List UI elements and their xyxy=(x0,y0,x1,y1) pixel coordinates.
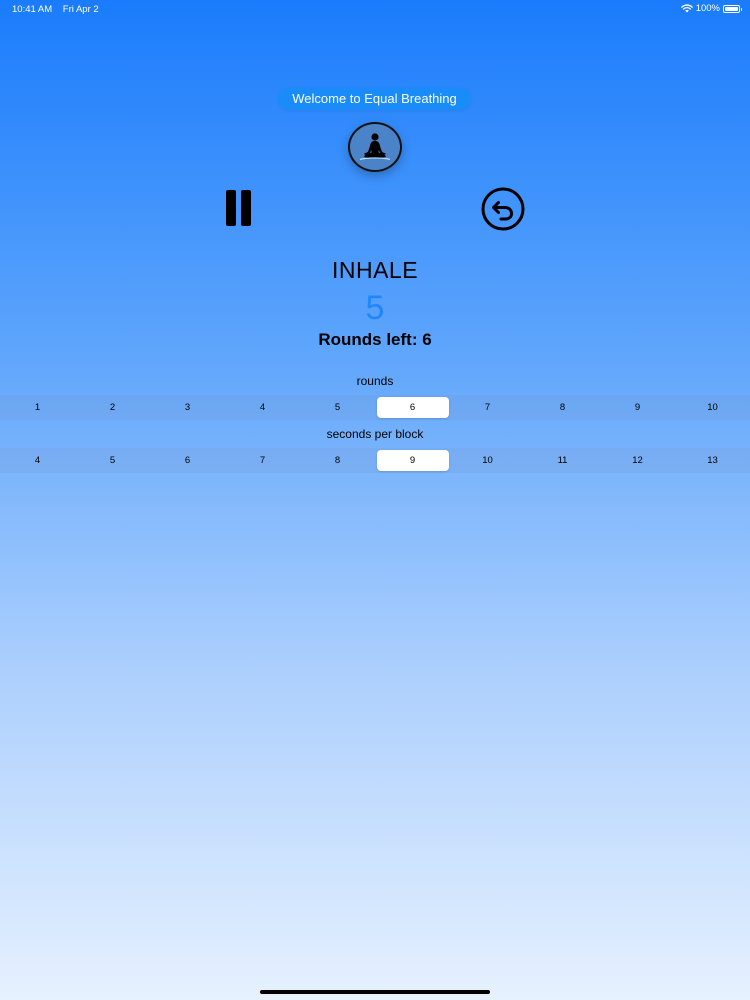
rounds-option-10[interactable]: 10 xyxy=(677,397,749,418)
rounds-option-7[interactable]: 7 xyxy=(452,397,524,418)
seconds-option-10[interactable]: 10 xyxy=(452,450,524,471)
reset-button[interactable] xyxy=(481,187,525,231)
pause-button[interactable] xyxy=(223,190,253,227)
seconds-picker: 4 5 6 7 8 9 10 11 12 13 xyxy=(0,448,750,473)
rounds-option-3[interactable]: 3 xyxy=(152,397,224,418)
seconds-option-4[interactable]: 4 xyxy=(2,450,74,471)
status-left: 10:41 AM Fri Apr 2 xyxy=(12,4,107,15)
seconds-option-6[interactable]: 6 xyxy=(152,450,224,471)
status-time: 10:41 AM xyxy=(12,4,53,15)
battery-percent: 100% xyxy=(695,3,720,14)
rounds-left: Rounds left: 6 xyxy=(318,330,432,349)
seconds-option-13[interactable]: 13 xyxy=(677,450,749,471)
seconds-option-7[interactable]: 7 xyxy=(227,450,299,471)
status-date: Fri Apr 2 xyxy=(62,4,99,15)
seconds-option-9[interactable]: 9 xyxy=(376,450,449,471)
status-bar: 10:41 AM Fri Apr 2 100% xyxy=(0,0,750,18)
pause-icon xyxy=(226,190,236,226)
rounds-option-6[interactable]: 6 xyxy=(376,397,449,418)
status-right: 100% xyxy=(680,3,742,14)
wifi-icon xyxy=(680,4,693,13)
seconds-option-8[interactable]: 8 xyxy=(302,450,374,471)
battery-icon xyxy=(723,4,742,13)
seconds-picker-title: seconds per block xyxy=(326,427,424,441)
rounds-picker: 1 2 3 4 5 6 7 8 9 10 xyxy=(0,395,750,420)
seconds-option-5[interactable]: 5 xyxy=(77,450,149,471)
rounds-option-8[interactable]: 8 xyxy=(527,397,599,418)
reset-arrow-icon xyxy=(481,187,525,231)
seconds-option-11[interactable]: 11 xyxy=(527,450,599,471)
seconds-option-12[interactable]: 12 xyxy=(602,450,674,471)
rounds-picker-title: rounds xyxy=(356,374,394,388)
rounds-option-4[interactable]: 4 xyxy=(227,397,299,418)
pause-icon-bar xyxy=(241,190,251,226)
rounds-option-1[interactable]: 1 xyxy=(2,397,74,418)
welcome-title: Welcome to Equal Breathing xyxy=(278,88,471,110)
meditation-icon xyxy=(348,122,402,172)
home-indicator[interactable] xyxy=(260,990,490,994)
rounds-option-5[interactable]: 5 xyxy=(302,397,374,418)
rounds-option-2[interactable]: 2 xyxy=(77,397,149,418)
countdown-value: 5 xyxy=(365,289,385,327)
breath-phase: INHALE xyxy=(331,257,419,283)
meditation-figure-icon xyxy=(359,133,391,161)
rounds-option-9[interactable]: 9 xyxy=(602,397,674,418)
